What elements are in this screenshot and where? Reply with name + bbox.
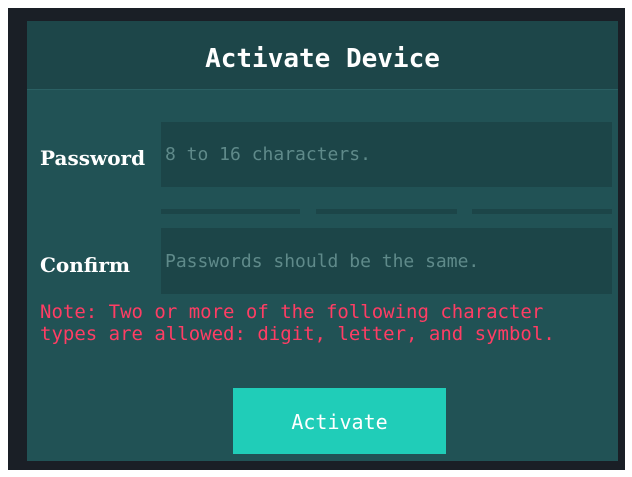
password-input[interactable] (161, 122, 612, 187)
confirm-label: Confirm (40, 253, 131, 277)
password-strength-weak (161, 209, 300, 214)
password-strength-medium (316, 209, 457, 214)
confirm-password-input[interactable] (161, 228, 612, 294)
dialog-title: Activate Device (205, 44, 440, 74)
password-strength-strong (472, 209, 612, 214)
activate-button[interactable]: Activate (233, 388, 446, 454)
password-label: Password (40, 146, 146, 170)
password-rules-note: Note: Two or more of the following chara… (40, 301, 555, 345)
activate-device-dialog: Activate Device Password Confirm Note: T… (27, 21, 618, 461)
